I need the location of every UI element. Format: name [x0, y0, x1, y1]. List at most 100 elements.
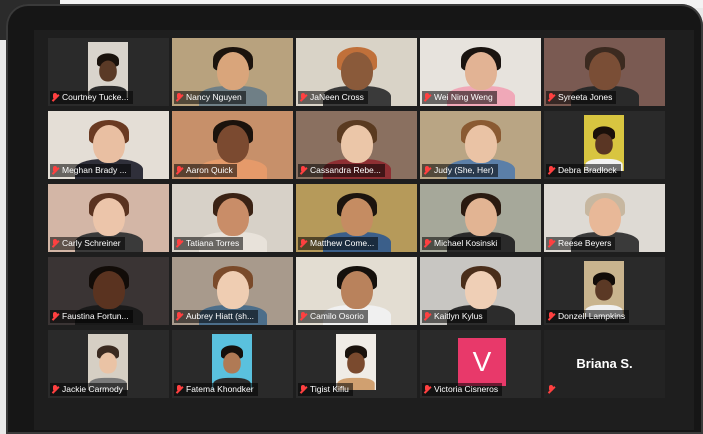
participant-name: JaNeen Cross	[310, 92, 364, 102]
video-thumbnail	[584, 261, 624, 317]
meeting-gallery-view: Courtney Tucke... Nancy Nguyen JaNeen Cros…	[34, 30, 694, 430]
participant-nameplate: Reese Beyers	[546, 237, 616, 250]
participant-name: Carly Schreiner	[62, 238, 121, 248]
participant-nameplate: JaNeen Cross	[298, 91, 368, 104]
video-thumbnail	[212, 334, 252, 390]
participant-name: Nancy Nguyen	[186, 92, 242, 102]
participant-nameplate: Judy (She, Her)	[422, 164, 498, 177]
muted-mic-icon	[424, 385, 431, 394]
participant-tile[interactable]: Matthew Come...	[296, 184, 417, 252]
participant-nameplate: Fatema Khondker	[174, 383, 258, 396]
participant-tile[interactable]: Kaitlyn Kylus	[420, 257, 541, 325]
participant-face	[464, 198, 497, 236]
participant-tile[interactable]: Briana S.	[544, 330, 665, 398]
participant-tile[interactable]: Cassandra Rebe...	[296, 111, 417, 179]
participant-face	[223, 352, 241, 374]
participant-face	[216, 52, 249, 90]
participant-face	[464, 125, 497, 163]
muted-mic-icon	[52, 166, 59, 175]
participant-tile[interactable]: Carly Schreiner	[48, 184, 169, 252]
muted-mic-icon	[424, 166, 431, 175]
participant-tile[interactable]: Wei Ning Weng	[420, 38, 541, 106]
participant-face	[595, 133, 613, 155]
participant-tile[interactable]: Courtney Tucke...	[48, 38, 169, 106]
participant-tile[interactable]: Syreeta Jones	[544, 38, 665, 106]
participant-nameplate: Matthew Come...	[298, 237, 379, 250]
participant-tile[interactable]: Donzell Lampkins	[544, 257, 665, 325]
participant-name: Meghan Brady ...	[62, 165, 127, 175]
participant-nameplate: Courtney Tucke...	[50, 91, 133, 104]
participant-name: Aaron Quick	[186, 165, 233, 175]
participant-tile[interactable]: Reese Beyers	[544, 184, 665, 252]
participant-nameplate: Cassandra Rebe...	[298, 164, 385, 177]
muted-mic-icon	[176, 239, 183, 248]
participant-name: Kaitlyn Kylus	[434, 311, 483, 321]
participant-face	[99, 352, 117, 374]
participant-tile[interactable]: Michael Kosinski	[420, 184, 541, 252]
participant-tile[interactable]: Aaron Quick	[172, 111, 293, 179]
participant-name: Cassandra Rebe...	[310, 165, 381, 175]
participant-tile[interactable]: Meghan Brady ...	[48, 111, 169, 179]
participant-name: Matthew Come...	[310, 238, 375, 248]
muted-mic-icon	[548, 93, 555, 102]
participant-nameplate: Victoria Cisneros	[422, 383, 503, 396]
participant-nameplate: Carly Schreiner	[50, 237, 125, 250]
video-thumbnail	[584, 115, 624, 171]
muted-mic-icon	[424, 312, 431, 321]
video-thumbnail	[88, 334, 128, 390]
avatar-initial: V	[458, 338, 506, 386]
participant-face	[92, 271, 125, 309]
participant-tile[interactable]: Debra Bradlock	[544, 111, 665, 179]
participant-display-name: Briana S.	[576, 356, 633, 371]
participant-name: Fatema Khondker	[186, 384, 254, 394]
muted-mic-icon	[176, 385, 183, 394]
participant-nameplate: Tigist Kiflu	[298, 383, 353, 396]
participant-nameplate: Kaitlyn Kylus	[422, 310, 487, 323]
muted-mic-icon	[300, 166, 307, 175]
participant-name: Faustina Fortun...	[62, 311, 129, 321]
participant-tile[interactable]: Judy (She, Her)	[420, 111, 541, 179]
participant-tile[interactable]: Tigist Kiflu	[296, 330, 417, 398]
participant-nameplate: Faustina Fortun...	[50, 310, 133, 323]
participant-face	[464, 52, 497, 90]
participant-nameplate: Camilo Osorio	[298, 310, 368, 323]
muted-mic-icon	[548, 385, 555, 394]
participant-name: Michael Kosinski	[434, 238, 498, 248]
muted-mic-icon	[52, 239, 59, 248]
participant-tile[interactable]: Faustina Fortun...	[48, 257, 169, 325]
participant-name: Donzell Lampkins	[558, 311, 626, 321]
participant-face	[92, 125, 125, 163]
participant-tile[interactable]: Camilo Osorio	[296, 257, 417, 325]
participant-name: Tigist Kiflu	[310, 384, 349, 394]
participant-tile[interactable]: Fatema Khondker	[172, 330, 293, 398]
participant-tile[interactable]: V Victoria Cisneros	[420, 330, 541, 398]
participant-name: Aubrey Hiatt (sh...	[186, 311, 255, 321]
participant-face	[340, 125, 373, 163]
participant-tile[interactable]: JaNeen Cross	[296, 38, 417, 106]
muted-mic-icon	[300, 312, 307, 321]
participant-tile[interactable]: Nancy Nguyen	[172, 38, 293, 106]
participant-name: Jackie Carmody	[62, 384, 123, 394]
muted-mic-icon	[176, 93, 183, 102]
participant-nameplate: Meghan Brady ...	[50, 164, 131, 177]
participant-name: Wei Ning Weng	[434, 92, 493, 102]
muted-mic-icon	[548, 312, 555, 321]
participant-face	[92, 198, 125, 236]
participant-face	[340, 52, 373, 90]
participant-face	[216, 271, 249, 309]
participant-tile[interactable]: Tatiana Torres	[172, 184, 293, 252]
participant-nameplate: Jackie Carmody	[50, 383, 127, 396]
participant-nameplate: Syreeta Jones	[546, 91, 617, 104]
participant-nameplate: Nancy Nguyen	[174, 91, 246, 104]
muted-mic-icon	[300, 385, 307, 394]
video-thumbnail	[88, 42, 128, 98]
muted-mic-icon	[424, 239, 431, 248]
participant-tile[interactable]: Jackie Carmody	[48, 330, 169, 398]
participant-tile[interactable]: Aubrey Hiatt (sh...	[172, 257, 293, 325]
participant-nameplate: Aaron Quick	[174, 164, 237, 177]
participant-face	[464, 271, 497, 309]
participant-nameplate: Wei Ning Weng	[422, 91, 497, 104]
tablet-frame: Courtney Tucke... Nancy Nguyen JaNeen Cros…	[6, 4, 703, 434]
participant-nameplate: Debra Bradlock	[546, 164, 621, 177]
muted-mic-icon	[548, 239, 555, 248]
